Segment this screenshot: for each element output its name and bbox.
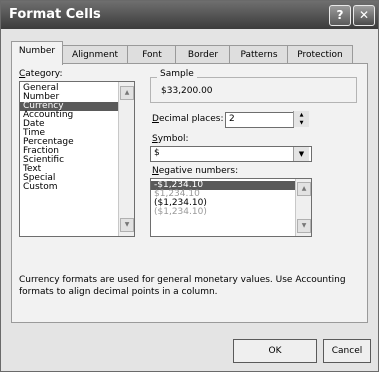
- symbol-dropdown-icon[interactable]: ▼: [293, 147, 309, 161]
- stepper-down-icon[interactable]: ▼: [294, 119, 309, 127]
- negative-format-4[interactable]: ($1,234.10): [151, 208, 296, 217]
- cancel-button[interactable]: Cancel: [323, 339, 371, 363]
- scroll-up-icon[interactable]: ▲: [120, 86, 134, 100]
- tab-border[interactable]: Border: [175, 45, 231, 64]
- format-cells-dialog: Format Cells ? ✕ Number Alignment Font B…: [0, 0, 379, 372]
- tab-number[interactable]: Number: [11, 41, 63, 65]
- help-icon[interactable]: ?: [329, 5, 351, 26]
- sample-label: Sample: [157, 69, 197, 79]
- stepper-up-icon[interactable]: ▲: [294, 111, 309, 119]
- category-scrollbar[interactable]: ▲ ▼: [118, 82, 134, 236]
- scroll-down-icon[interactable]: ▼: [297, 219, 311, 233]
- category-list[interactable]: General Number Currency Accounting Date …: [19, 81, 135, 237]
- negative-numbers-label: Negative numbers:: [152, 166, 239, 176]
- symbol-label: Symbol:: [152, 134, 189, 144]
- scroll-down-icon[interactable]: ▼: [120, 218, 134, 232]
- tab-protection[interactable]: Protection: [287, 45, 353, 64]
- tab-patterns[interactable]: Patterns: [229, 45, 289, 64]
- dialog-title: Format Cells: [9, 7, 101, 22]
- sample-value: $33,200.00: [161, 86, 213, 96]
- tab-strip: Number Alignment Font Border Patterns Pr…: [11, 41, 371, 65]
- tab-alignment[interactable]: Alignment: [61, 45, 129, 64]
- negative-numbers-list[interactable]: -$1,234.10 $1,234.10 ($1,234.10) ($1,234…: [150, 178, 312, 237]
- symbol-select[interactable]: $: [150, 146, 312, 162]
- close-icon[interactable]: ✕: [353, 5, 375, 26]
- tab-font[interactable]: Font: [127, 45, 177, 64]
- decimal-places-stepper[interactable]: ▲ ▼: [293, 111, 309, 127]
- category-label: Category:: [19, 69, 63, 79]
- title-bar[interactable]: Format Cells ? ✕: [1, 1, 378, 29]
- decimal-places-label: Decimal places:: [152, 114, 224, 124]
- format-description: Currency formats are used for general mo…: [19, 275, 346, 297]
- ok-button[interactable]: OK: [233, 339, 317, 363]
- negative-numbers-scrollbar[interactable]: ▲ ▼: [295, 179, 311, 236]
- scroll-up-icon[interactable]: ▲: [297, 182, 311, 196]
- category-item-custom[interactable]: Custom: [20, 183, 119, 192]
- decimal-places-input[interactable]: 2: [225, 112, 294, 128]
